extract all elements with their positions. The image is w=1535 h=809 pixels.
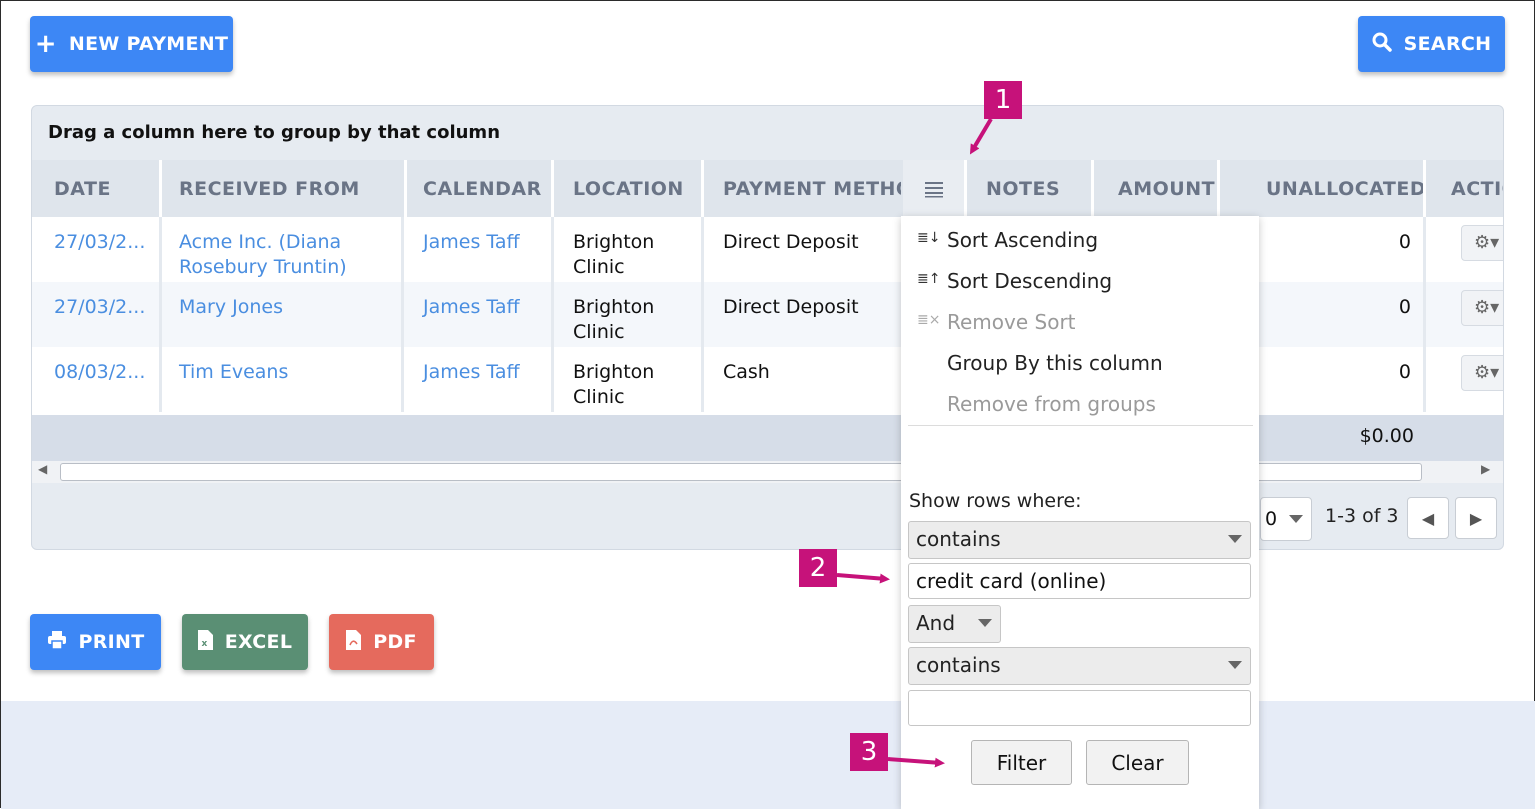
horizontal-scrollbar[interactable]: ◀ ▶: [32, 461, 1503, 483]
chevron-down-icon: [1228, 661, 1242, 669]
column-header-unallocated[interactable]: UNALLOCATED: [1222, 160, 1426, 217]
filter-button[interactable]: Filter: [971, 740, 1072, 785]
page-footer-band: [1, 701, 1535, 809]
scroll-left-icon[interactable]: ◀: [38, 462, 47, 476]
excel-button[interactable]: x EXCEL: [182, 614, 308, 670]
column-header-payment-method[interactable]: PAYMENT METHO: [701, 160, 901, 217]
filter-value-1-input[interactable]: credit card (online): [908, 563, 1251, 599]
cell-date[interactable]: 27/03/2...: [32, 282, 162, 347]
row-action-gear-button[interactable]: ⚙▾: [1461, 355, 1503, 391]
filter-operator-2-value: contains: [916, 653, 1001, 677]
sort-ascending-icon: ≣↓: [917, 230, 941, 246]
cell-received-from[interactable]: Mary Jones: [157, 282, 404, 347]
clear-button[interactable]: Clear: [1086, 740, 1189, 785]
cell-date[interactable]: 08/03/2...: [32, 347, 162, 412]
column-menu-popup: ≣↓ Sort Ascending ≣↑ Sort Descending ≣× …: [901, 216, 1259, 809]
column-header-received-from[interactable]: RECEIVED FROM: [157, 160, 407, 217]
chevron-down-icon: [1228, 535, 1242, 543]
row-action-gear-button[interactable]: ⚙▾: [1461, 290, 1503, 326]
table-row: 27/03/2... Mary Jones James Taff Brighto…: [32, 282, 1503, 347]
total-unallocated: $0.00: [1359, 425, 1414, 447]
cell-payment-method: Direct Deposit: [723, 231, 859, 253]
filter-logic-value: And: [916, 611, 956, 635]
new-payment-button[interactable]: + NEW PAYMENT: [30, 16, 233, 72]
search-label: SEARCH: [1403, 33, 1492, 55]
grid-header: DATE RECEIVED FROM CALENDAR LOCATION PAY…: [32, 160, 1503, 217]
excel-file-icon: x: [197, 629, 213, 655]
menu-remove-sort[interactable]: Remove Sort: [947, 310, 1076, 334]
pdf-button[interactable]: PDF: [329, 614, 434, 670]
excel-label: EXCEL: [224, 631, 293, 653]
column-header-calendar[interactable]: CALENDAR: [401, 160, 554, 217]
cell-location: Brighton Clinic: [551, 217, 704, 282]
chevron-down-icon: [1289, 515, 1303, 523]
search-icon: [1372, 32, 1392, 57]
cell-payment-method: Direct Deposit: [723, 296, 859, 318]
chevron-down-icon: [978, 619, 992, 627]
filter-value-2-input[interactable]: [908, 690, 1251, 726]
cell-received-from[interactable]: Tim Eveans: [157, 347, 404, 412]
filter-operator-2-select[interactable]: contains: [908, 647, 1251, 685]
filter-operator-1-select[interactable]: contains: [908, 521, 1251, 559]
plus-icon: +: [34, 29, 57, 59]
column-header-location[interactable]: LOCATION: [551, 160, 704, 217]
cell-location: Brighton Clinic: [551, 347, 704, 412]
column-header-date[interactable]: DATE: [32, 160, 162, 217]
menu-sort-ascending[interactable]: Sort Ascending: [947, 228, 1098, 252]
callout-2-arrow: [836, 573, 890, 584]
table-row: 27/03/2... Acme Inc. (Diana Rosebury Tru…: [32, 217, 1503, 282]
payments-grid: Drag a column here to group by that colu…: [31, 105, 1504, 550]
menu-sort-descending[interactable]: Sort Descending: [947, 269, 1112, 293]
column-menu-icon[interactable]: [903, 160, 967, 217]
filter-logic-select[interactable]: And: [908, 605, 1001, 643]
filter-operator-1-value: contains: [916, 527, 1001, 551]
svg-text:x: x: [201, 639, 207, 649]
scroll-right-icon[interactable]: ▶: [1481, 462, 1490, 476]
callout-2: 2: [799, 549, 837, 587]
print-button[interactable]: PRINT: [30, 614, 161, 670]
cell-date[interactable]: 27/03/2...: [32, 217, 162, 282]
column-header-action[interactable]: ACTIO: [1429, 160, 1503, 217]
callout-1: 1: [984, 81, 1022, 119]
printer-icon: [47, 630, 67, 654]
filter-label: Show rows where:: [909, 490, 1082, 512]
callout-3: 3: [850, 733, 888, 771]
pdf-file-icon: [346, 629, 362, 655]
next-page-button[interactable]: ▶: [1455, 497, 1497, 539]
sort-descending-icon: ≣↑: [917, 271, 941, 287]
previous-page-button[interactable]: ◀: [1407, 497, 1449, 539]
table-row: 08/03/2... Tim Eveans James Taff Brighto…: [32, 347, 1503, 415]
new-payment-label: NEW PAYMENT: [68, 33, 229, 55]
grid-totals-row: $0.00: [32, 415, 1503, 461]
cell-calendar[interactable]: James Taff: [401, 347, 554, 412]
row-action-gear-button[interactable]: ⚙▾: [1461, 225, 1503, 261]
menu-divider: [908, 425, 1253, 426]
remove-sort-icon: ≣×: [917, 312, 941, 328]
pager-info: 1-3 of 3: [1325, 505, 1399, 527]
menu-group-by-column[interactable]: Group By this column: [947, 351, 1163, 375]
pdf-label: PDF: [373, 631, 417, 653]
search-button[interactable]: SEARCH: [1358, 16, 1505, 72]
cell-payment-method: Cash: [723, 361, 770, 383]
cell-calendar[interactable]: James Taff: [401, 282, 554, 347]
cell-calendar[interactable]: James Taff: [401, 217, 554, 282]
cell-received-from[interactable]: Acme Inc. (Diana Rosebury Truntin): [157, 217, 404, 282]
cell-location: Brighton Clinic: [551, 282, 704, 347]
column-header-amount[interactable]: AMOUNT: [1096, 160, 1220, 217]
column-header-notes[interactable]: NOTES: [964, 160, 1094, 217]
page-size-select[interactable]: 0: [1260, 497, 1312, 541]
print-label: PRINT: [78, 631, 145, 653]
page-size-value: 0: [1265, 508, 1278, 530]
group-by-drop-area[interactable]: Drag a column here to group by that colu…: [48, 122, 500, 143]
menu-remove-from-groups[interactable]: Remove from groups: [947, 392, 1156, 416]
